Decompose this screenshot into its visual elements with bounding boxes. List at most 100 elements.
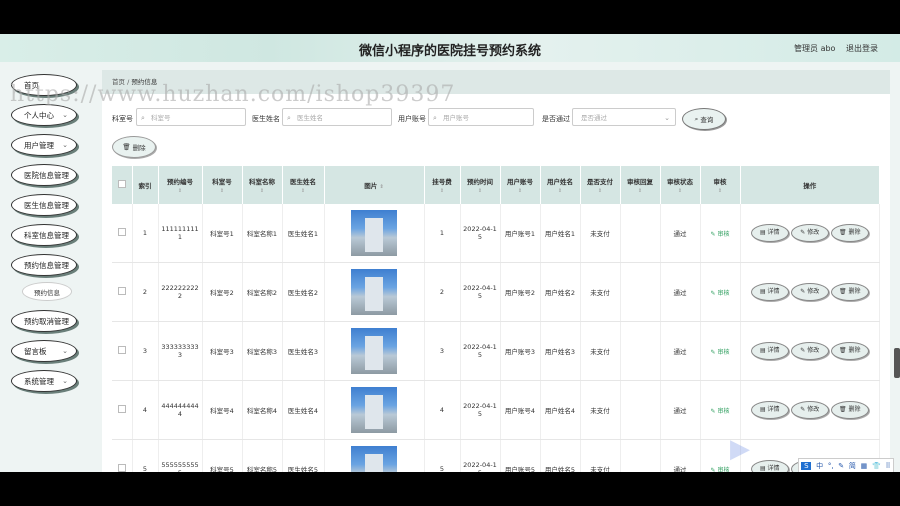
cell-image — [324, 380, 425, 440]
pass-select[interactable]: 是否通过 ⌄ — [572, 108, 676, 126]
sidebar-item-guestbook[interactable]: 留言板 ⌄ — [11, 340, 77, 362]
batch-delete-button[interactable]: 🗑 删除 — [112, 136, 156, 158]
cell-reply — [620, 439, 661, 472]
chevron-down-icon: ⌄ — [62, 377, 68, 385]
account-label: 用户账号 — [398, 115, 426, 123]
video-logo-icon: ▶ — [730, 434, 750, 464]
table-row: 4 4444444444 科室号4 科室名称4 医生姓名4 4 2022-04-15 用户账号… — [112, 380, 880, 440]
cell-actions: ▤ 详情✎ 修改🗑 删除 — [740, 204, 880, 263]
edit-button[interactable]: ✎ 修改 — [790, 224, 829, 242]
delete-button[interactable]: 🗑 删除 — [830, 401, 869, 419]
sidebar-item-users[interactable]: 用户管理 ⌄ — [11, 134, 77, 156]
table-body: 1 1111111111 科室号1 科室名称1 医生姓名1 1 2022-04-15 用户账号… — [112, 204, 880, 472]
chevron-down-icon: ⌄ — [62, 111, 68, 119]
cell-dept-name: 科室名称5 — [242, 439, 283, 472]
sort-icon: ⇕ — [717, 188, 723, 194]
row-checkbox[interactable] — [112, 204, 133, 263]
detail-button[interactable]: ▤ 详情 — [750, 342, 789, 360]
cell-doctor: 医生姓名1 — [282, 204, 325, 263]
table-row: 3 3333333333 科室号3 科室名称3 医生姓名3 3 2022-04-15 用户账号… — [112, 321, 880, 381]
cell-status: 通过 — [660, 439, 701, 472]
sidebar-item-doctor[interactable]: 医生信息管理 — [11, 194, 77, 216]
audit-link[interactable]: ✎ 审核 — [711, 467, 730, 473]
cell-username: 用户姓名5 — [540, 439, 581, 472]
ime-toolbar[interactable]: S 中 °, ✎ 简 ▦ 👕 ⠿ — [798, 458, 894, 472]
cell-username: 用户姓名1 — [540, 204, 581, 263]
table-row: 2 2222222222 科室号2 科室名称2 医生姓名2 2 2022-04-15 用户账号… — [112, 262, 880, 322]
delete-button[interactable]: 🗑 删除 — [830, 283, 869, 301]
account-input[interactable]: ⌕ 用户账号 — [428, 108, 534, 126]
cell-dept: 科室号2 — [202, 262, 243, 322]
audit-link[interactable]: ✎ 审核 — [711, 290, 730, 297]
detail-button[interactable]: ▤ 详情 — [750, 460, 789, 472]
trash-icon: 🗑 — [122, 143, 133, 151]
edit-button[interactable]: ✎ 修改 — [790, 401, 829, 419]
cell-index: 4 — [132, 380, 159, 440]
search-icon: ⌕ — [433, 114, 437, 122]
cell-code: 1111111111 — [158, 204, 203, 263]
cell-status: 通过 — [660, 204, 701, 263]
cell-code: 2222222222 — [158, 262, 203, 322]
cell-fee: 2 — [424, 262, 461, 322]
detail-button[interactable]: ▤ 详情 — [750, 401, 789, 419]
sidebar-item-hospital[interactable]: 医院信息管理 — [11, 164, 77, 186]
edit-button[interactable]: ✎ 修改 — [790, 342, 829, 360]
row-checkbox[interactable] — [112, 439, 133, 472]
sidebar-item-system[interactable]: 系统管理 ⌄ — [11, 370, 77, 392]
cell-image — [324, 321, 425, 381]
cell-paid: 未支付 — [580, 321, 621, 381]
dept-input[interactable]: ⌕ 科室号 — [136, 108, 246, 126]
sidebar-subitem-appointment-info[interactable]: 预约信息 — [22, 282, 72, 301]
cell-fee: 5 — [424, 439, 461, 472]
audit-link[interactable]: ✎ 审核 — [711, 231, 730, 238]
sort-icon: ⇕ — [557, 188, 563, 194]
scrollbar-handle[interactable] — [894, 348, 900, 378]
cell-image — [324, 439, 425, 472]
cell-audit: ✎ 审核 — [700, 380, 741, 440]
cell-fee: 3 — [424, 321, 461, 381]
query-button[interactable]: ⌕ 查询 — [682, 108, 726, 130]
delete-button[interactable]: 🗑 删除 — [830, 224, 869, 242]
cell-time: 2022-04-15 — [460, 321, 501, 381]
cell-dept-name: 科室名称2 — [242, 262, 283, 322]
cell-account: 用户账号1 — [500, 204, 541, 263]
detail-button[interactable]: ▤ 详情 — [750, 224, 789, 242]
cell-username: 用户姓名4 — [540, 380, 581, 440]
cell-paid: 未支付 — [580, 204, 621, 263]
audit-link[interactable]: ✎ 审核 — [711, 408, 730, 415]
row-checkbox[interactable] — [112, 380, 133, 440]
sidebar: 首页 个人中心 ⌄ 用户管理 ⌄ 医院信息管理 医生信息管理 科室信息管理 预约信息… — [0, 62, 94, 472]
select-all-checkbox[interactable] — [112, 166, 133, 204]
cell-doctor: 医生姓名4 — [282, 380, 325, 440]
detail-button[interactable]: ▤ 详情 — [750, 283, 789, 301]
cell-code: 4444444444 — [158, 380, 203, 440]
cell-code: 3333333333 — [158, 321, 203, 381]
sort-icon: ⇕ — [379, 184, 384, 190]
delete-button[interactable]: 🗑 删除 — [830, 342, 869, 360]
cell-index: 1 — [132, 204, 159, 263]
cell-index: 2 — [132, 262, 159, 322]
app-window: 微信小程序的医院挂号预约系统 管理员 abo 退出登录 首页 个人中心 ⌄ 用户管… — [0, 34, 900, 472]
row-checkbox[interactable] — [112, 321, 133, 381]
top-header: 微信小程序的医院挂号预约系统 管理员 abo 退出登录 — [0, 34, 900, 62]
cell-index: 3 — [132, 321, 159, 381]
ime-logo-icon: S — [801, 462, 812, 470]
cell-paid: 未支付 — [580, 380, 621, 440]
main-content: 首页 / 预约信息 科室号 ⌕ 科室号 医生姓名 ⌕ 医生姓名 用户账号 ⌕ 用户账号… — [102, 70, 890, 472]
hospital-image — [351, 387, 397, 433]
sidebar-item-department[interactable]: 科室信息管理 — [11, 224, 77, 246]
document-icon: ▤ — [759, 288, 768, 295]
cell-image — [324, 262, 425, 322]
sort-icon: ⇕ — [259, 188, 265, 194]
sidebar-item-profile[interactable]: 个人中心 ⌄ — [11, 104, 77, 126]
logout-link[interactable]: 退出登录 — [846, 44, 878, 53]
audit-link[interactable]: ✎ 审核 — [711, 349, 730, 356]
row-checkbox[interactable] — [112, 262, 133, 322]
sidebar-item-appointment[interactable]: 预约信息管理 — [11, 254, 77, 276]
edit-button[interactable]: ✎ 修改 — [790, 283, 829, 301]
watermark-text: https://www.huzhan.com/ishop39397 — [10, 82, 456, 107]
sidebar-item-cancel[interactable]: 预约取消管理 — [11, 310, 77, 332]
hospital-image — [351, 446, 397, 472]
doctor-input[interactable]: ⌕ 医生姓名 — [282, 108, 392, 126]
hospital-image — [351, 269, 397, 315]
